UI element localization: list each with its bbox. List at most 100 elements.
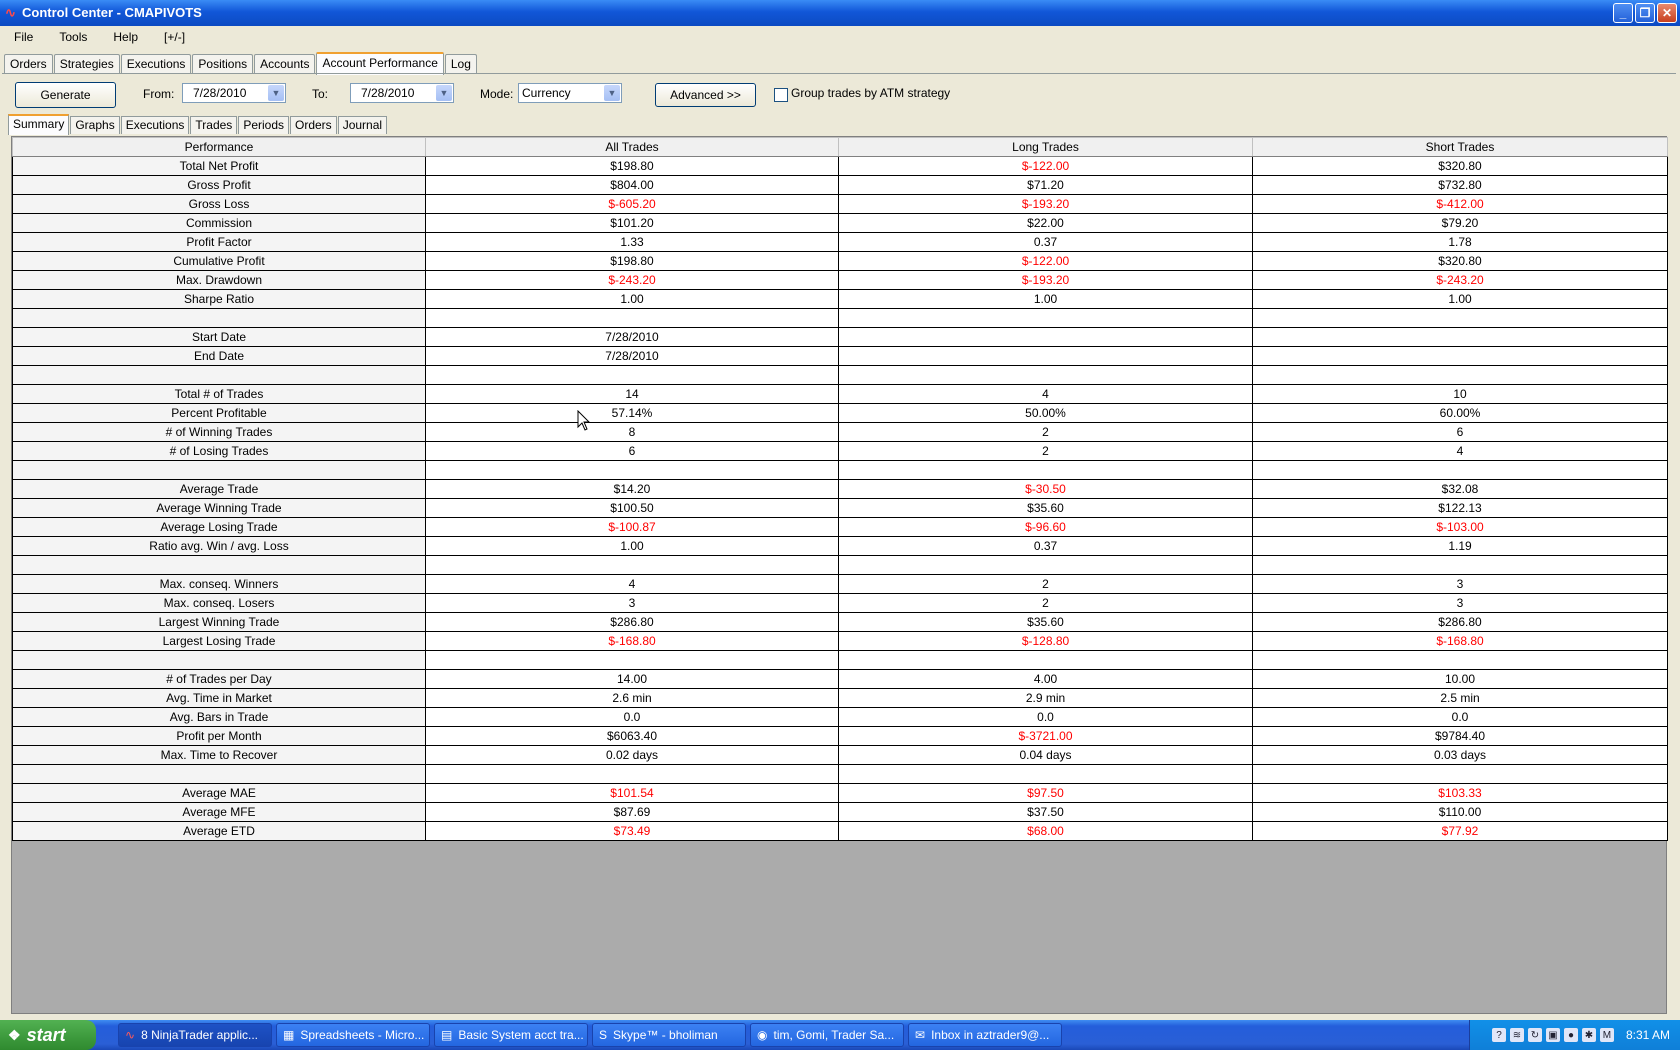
start-button[interactable]: ❖ start bbox=[0, 1020, 96, 1050]
tab-log[interactable]: Log bbox=[444, 54, 477, 74]
menu-tools[interactable]: Tools bbox=[45, 26, 99, 48]
table-row[interactable] bbox=[12, 365, 1668, 385]
value-cell: $97.50 bbox=[838, 783, 1253, 803]
subtab-trades[interactable]: Trades bbox=[190, 116, 238, 134]
row-label: Avg. Bars in Trade bbox=[12, 707, 426, 727]
close-button[interactable]: ✕ bbox=[1657, 3, 1677, 23]
table-row[interactable]: Total # of Trades 14 4 10 bbox=[12, 384, 1668, 404]
value-cell: 2.9 min bbox=[838, 688, 1253, 708]
column-header-short-trades[interactable]: Short Trades bbox=[1252, 137, 1668, 157]
taskbar-item-mail[interactable]: ✉ Inbox in aztrader9@... bbox=[908, 1023, 1062, 1047]
table-row[interactable] bbox=[12, 555, 1668, 575]
mode-select[interactable]: Currency ▼ bbox=[518, 83, 622, 103]
table-row[interactable]: End Date 7/28/2010 bbox=[12, 346, 1668, 366]
advanced-button[interactable]: Advanced >> bbox=[655, 83, 756, 107]
taskbar-item-excel[interactable]: ▤ Basic System acct tra... bbox=[434, 1023, 588, 1047]
table-row[interactable]: Largest Losing Trade $-168.80 $-128.80 $-16… bbox=[12, 631, 1668, 651]
table-row[interactable]: Commission $101.20 $22.00 $79.20 bbox=[12, 213, 1668, 233]
table-row[interactable]: # of Trades per Day 14.00 4.00 10.00 bbox=[12, 669, 1668, 689]
minimize-button[interactable]: _ bbox=[1613, 3, 1633, 23]
table-row[interactable]: Average ETD $73.49 $68.00 $77.92 bbox=[12, 821, 1668, 841]
chevron-down-icon[interactable]: ▼ bbox=[604, 85, 620, 101]
tab-orders[interactable]: Orders bbox=[4, 54, 53, 74]
table-row[interactable]: Average MAE $101.54 $97.50 $103.33 bbox=[12, 783, 1668, 803]
column-header-long-trades[interactable]: Long Trades bbox=[838, 137, 1253, 157]
table-row[interactable] bbox=[12, 764, 1668, 784]
chevron-down-icon[interactable]: ▼ bbox=[268, 85, 284, 101]
taskbar-item-ninjatrader[interactable]: ∿ 8 NinjaTrader applic... bbox=[118, 1023, 272, 1047]
taskbar-item-label: tim, Gomi, Trader Sa... bbox=[773, 1028, 895, 1042]
menu-toggle[interactable]: [+/-] bbox=[150, 26, 197, 48]
column-header-all-trades[interactable]: All Trades bbox=[425, 137, 839, 157]
menu-help[interactable]: Help bbox=[99, 26, 150, 48]
subtab-summary[interactable]: Summary bbox=[8, 114, 70, 135]
subtab-journal[interactable]: Journal bbox=[337, 116, 388, 134]
table-row[interactable]: Average Losing Trade $-100.87 $-96.60 $-103… bbox=[12, 517, 1668, 537]
help-icon[interactable]: ? bbox=[1491, 1028, 1506, 1042]
table-row[interactable]: Max. Drawdown $-243.20 $-193.20 $-243.20 bbox=[12, 270, 1668, 290]
tab-strategies[interactable]: Strategies bbox=[53, 54, 120, 74]
value-cell: $-103.00 bbox=[1252, 517, 1668, 537]
taskbar-item-skype[interactable]: S Skype™ - bholiman bbox=[592, 1023, 746, 1047]
row-label: End Date bbox=[12, 346, 426, 366]
table-row[interactable]: Sharpe Ratio 1.00 1.00 1.00 bbox=[12, 289, 1668, 309]
subtab-orders[interactable]: Orders bbox=[290, 116, 337, 134]
value-cell: 0.02 days bbox=[425, 745, 839, 765]
table-row[interactable]: Cumulative Profit $198.80 $-122.00 $320.80 bbox=[12, 251, 1668, 271]
table-row[interactable]: # of Winning Trades 8 2 6 bbox=[12, 422, 1668, 442]
tools-icon[interactable]: ✱ bbox=[1581, 1028, 1596, 1042]
table-row[interactable]: Avg. Time in Market 2.6 min 2.9 min 2.5 min bbox=[12, 688, 1668, 708]
value-cell: $14.20 bbox=[425, 479, 839, 499]
value-cell: $320.80 bbox=[1252, 251, 1668, 271]
tab-accounts[interactable]: Accounts bbox=[254, 54, 316, 74]
table-row[interactable]: Average Trade $14.20 $-30.50 $32.08 bbox=[12, 479, 1668, 499]
table-row[interactable]: Ratio avg. Win / avg. Loss 1.00 0.37 1.19 bbox=[12, 536, 1668, 556]
mail-tray-icon[interactable]: M bbox=[1599, 1028, 1614, 1042]
table-row[interactable]: Gross Profit $804.00 $71.20 $732.80 bbox=[12, 175, 1668, 195]
chat-tray-icon[interactable]: ● bbox=[1563, 1028, 1578, 1042]
subtab-graphs[interactable]: Graphs bbox=[70, 116, 120, 134]
value-cell bbox=[838, 555, 1253, 575]
column-header-performance[interactable]: Performance bbox=[12, 137, 426, 157]
generate-button[interactable]: Generate bbox=[15, 82, 116, 108]
table-row[interactable]: Percent Profitable 57.14% 50.00% 60.00% bbox=[12, 403, 1668, 423]
taskbar-item-spreadsheets[interactable]: ▦ Spreadsheets - Micro... bbox=[276, 1023, 430, 1047]
table-row[interactable] bbox=[12, 650, 1668, 670]
network-icon[interactable]: ≋ bbox=[1509, 1028, 1524, 1042]
row-label: Average ETD bbox=[12, 821, 426, 841]
menu-file[interactable]: File bbox=[0, 26, 45, 48]
table-row[interactable]: # of Losing Trades 6 2 4 bbox=[12, 441, 1668, 461]
table-row[interactable]: Profit per Month $6063.40 $-3721.00 $9784.4… bbox=[12, 726, 1668, 746]
table-row[interactable]: Profit Factor 1.33 0.37 1.78 bbox=[12, 232, 1668, 252]
row-label: Average Losing Trade bbox=[12, 517, 426, 537]
table-row[interactable]: Largest Winning Trade $286.80 $35.60 $286.8… bbox=[12, 612, 1668, 632]
tab-executions[interactable]: Executions bbox=[120, 54, 192, 74]
table-row[interactable]: Start Date 7/28/2010 bbox=[12, 327, 1668, 347]
table-row[interactable]: Total Net Profit $198.80 $-122.00 $320.80 bbox=[12, 156, 1668, 176]
subtab-periods[interactable]: Periods bbox=[238, 116, 289, 134]
table-row[interactable]: Average Winning Trade $100.50 $35.60 $122.1… bbox=[12, 498, 1668, 518]
table-row[interactable] bbox=[12, 308, 1668, 328]
table-row[interactable]: Max. conseq. Winners 4 2 3 bbox=[12, 574, 1668, 594]
value-cell: $87.69 bbox=[425, 802, 839, 822]
table-row[interactable]: Gross Loss $-605.20 $-193.20 $-412.00 bbox=[12, 194, 1668, 214]
group-trades-checkbox[interactable] bbox=[774, 88, 788, 102]
table-row[interactable]: Avg. Bars in Trade 0.0 0.0 0.0 bbox=[12, 707, 1668, 727]
value-cell: $320.80 bbox=[1252, 156, 1668, 176]
taskbar-item-chat[interactable]: ◉ tim, Gomi, Trader Sa... bbox=[750, 1023, 904, 1047]
chevron-down-icon[interactable]: ▼ bbox=[436, 85, 452, 101]
refresh-icon[interactable]: ↻ bbox=[1527, 1028, 1542, 1042]
to-date-picker[interactable]: 7/28/2010 ▼ bbox=[350, 83, 454, 103]
subtab-executions[interactable]: Executions bbox=[120, 116, 190, 134]
table-row[interactable]: Max. conseq. Losers 3 2 3 bbox=[12, 593, 1668, 613]
value-cell bbox=[838, 365, 1253, 385]
table-row[interactable]: Max. Time to Recover 0.02 days 0.04 days 0.… bbox=[12, 745, 1668, 765]
display-icon[interactable]: ▣ bbox=[1545, 1028, 1560, 1042]
from-date-picker[interactable]: 7/28/2010 ▼ bbox=[182, 83, 286, 103]
tab-account-performance[interactable]: Account Performance bbox=[316, 52, 444, 75]
table-row[interactable]: Average MFE $87.69 $37.50 $110.00 bbox=[12, 802, 1668, 822]
skype-icon: S bbox=[599, 1028, 608, 1042]
tab-positions[interactable]: Positions bbox=[192, 54, 254, 74]
table-row[interactable] bbox=[12, 460, 1668, 480]
maximize-button[interactable]: ❐ bbox=[1635, 3, 1655, 23]
